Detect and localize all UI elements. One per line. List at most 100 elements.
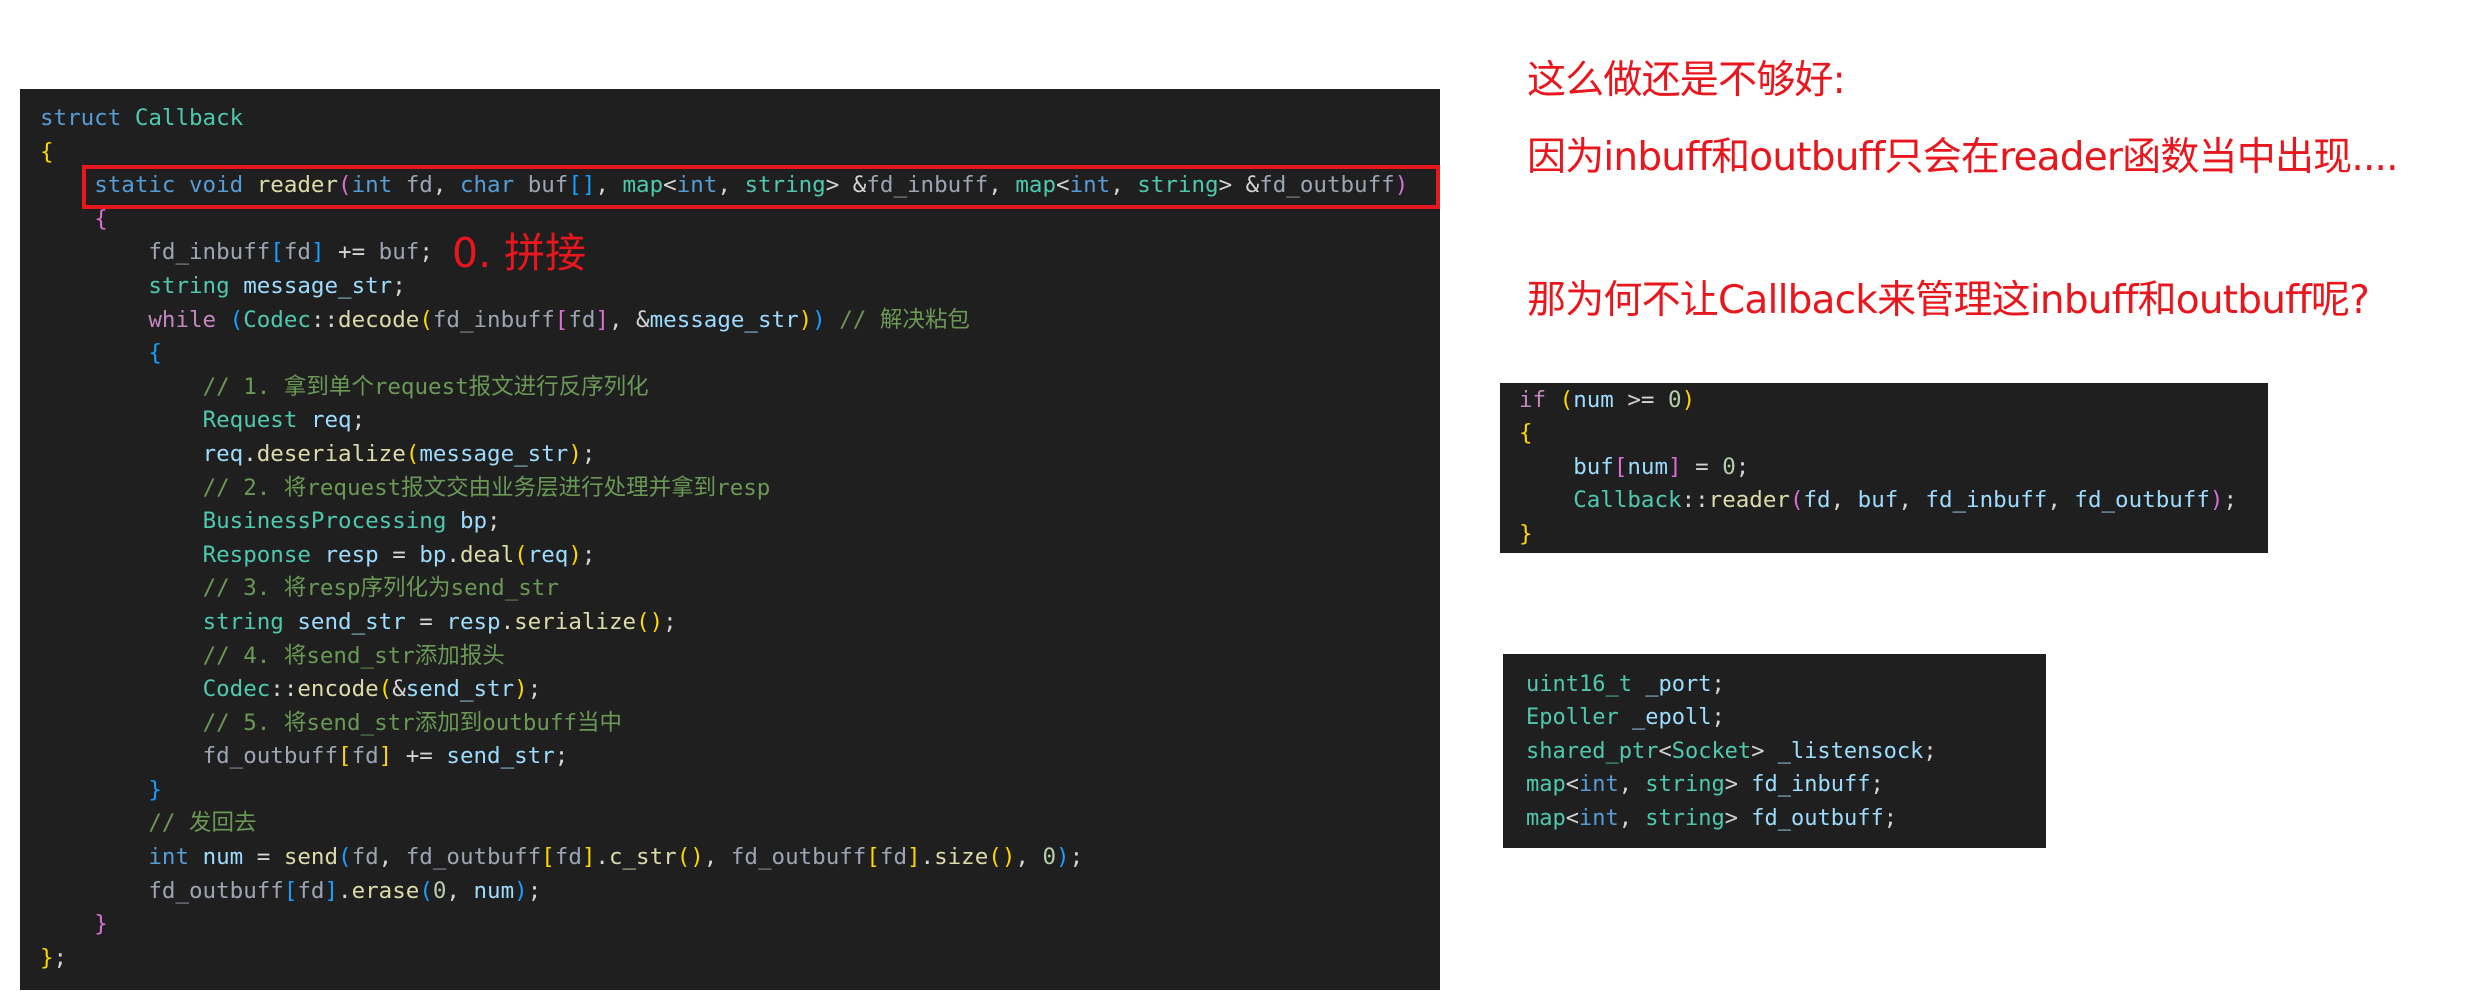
code-token: deal	[459, 541, 515, 568]
code-token: erase	[351, 877, 420, 904]
code-token: ;	[1735, 453, 1750, 480]
code-token: [	[283, 877, 298, 904]
code-token: num	[202, 844, 244, 871]
code-token: {	[40, 138, 54, 165]
code-token: string	[1645, 805, 1725, 831]
code-token: =	[405, 608, 447, 635]
code-line: };	[40, 942, 1440, 976]
code-token: ;	[663, 608, 677, 635]
code-token: num	[1627, 453, 1669, 480]
code-token: ]	[595, 306, 609, 333]
code-token: (	[405, 440, 420, 467]
code-line: // 5. 将send_str添加到outbuff当中	[40, 707, 1440, 741]
code-token: Response	[202, 541, 311, 568]
code-token: (	[514, 541, 528, 568]
code-token: ;	[392, 272, 406, 299]
code-token: // 3. 将resp序列化为send_str	[202, 575, 559, 602]
code-token: +=	[392, 743, 447, 770]
code-token: Callback	[1573, 487, 1682, 514]
code-token: Callback	[134, 105, 244, 131]
code-token: =	[243, 844, 284, 871]
code-line: Response resp = bp.deal(req);	[40, 539, 1440, 573]
code-token: string	[1645, 772, 1725, 798]
code-token: ,	[1898, 487, 1926, 514]
code-token: uint16_t	[1526, 672, 1632, 697]
code-token: )	[514, 877, 528, 904]
code-token: [	[270, 239, 284, 266]
code-token: 0	[1042, 844, 1057, 871]
code-snippet-members: uint16_t _port; Epoller _epoll; shared_ptr…	[1503, 654, 2046, 848]
code-line: while (Codec::decode(fd_inbuff[fd], &mes…	[40, 304, 1440, 338]
code-token: fd	[283, 239, 311, 266]
code-token: Codec	[202, 676, 271, 703]
code-token: message_str	[243, 272, 393, 299]
code-token: (	[419, 306, 433, 333]
code-token: >	[1724, 805, 1752, 831]
code-line: map<int, string> fd_inbuff;	[1526, 768, 2046, 801]
code-line: int num = send(fd, fd_outbuff[fd].c_str(…	[40, 841, 1440, 875]
code-token: fd_inbuff	[1751, 772, 1871, 798]
code-line: fd_outbuff[fd] += send_str;	[40, 740, 1440, 774]
code-token: <	[1565, 805, 1579, 831]
code-token: ,	[1618, 772, 1646, 798]
code-token: ;	[419, 239, 433, 266]
code-token: req	[527, 541, 569, 568]
code-editor-main: struct Callback{ static void reader(int …	[20, 89, 1440, 990]
code-token: buf	[1857, 487, 1899, 514]
code-token: fd	[297, 877, 325, 904]
code-line: BusinessProcessing bp;	[40, 505, 1440, 539]
code-token: <	[1658, 738, 1672, 764]
code-token: Request	[202, 407, 298, 434]
code-block-members: uint16_t _port; Epoller _epoll; shared_ptr…	[1503, 654, 2046, 835]
code-token: fd_outbuff	[405, 844, 542, 871]
code-token: bp	[419, 541, 447, 568]
code-token: fd_outbuff	[730, 844, 867, 871]
code-token: size	[934, 844, 989, 871]
code-token: fd	[568, 306, 596, 333]
code-token: send_str	[405, 676, 515, 703]
code-token: Socket	[1671, 738, 1752, 764]
code-token: (	[1559, 387, 1574, 413]
code-token: ]	[378, 743, 393, 770]
code-line: uint16_t _port;	[1526, 668, 2046, 701]
code-token: ;	[351, 407, 366, 434]
code-token: fd_outbuff	[2074, 487, 2210, 514]
code-token: .	[243, 440, 257, 467]
code-token: =	[1681, 453, 1723, 480]
code-token: ;	[1711, 672, 1725, 697]
code-token: serialize	[514, 608, 637, 635]
code-line: // 1. 拿到单个request报文进行反序列化	[40, 371, 1440, 405]
code-line: {	[40, 337, 1440, 371]
code-token: )	[1056, 844, 1070, 871]
code-token: )	[2209, 487, 2224, 514]
code-line: Callback::reader(fd, buf, fd_inbuff, fd_…	[1519, 484, 2268, 517]
code-token: .	[338, 877, 352, 904]
code-token: shared_ptr	[1526, 738, 1659, 764]
code-token: }	[40, 944, 54, 971]
code-token: >=	[1613, 387, 1669, 413]
code-token: fd_inbuff	[432, 306, 555, 333]
code-token: ;	[53, 944, 68, 971]
code-token: string	[148, 272, 230, 299]
code-token: ;	[1883, 805, 1897, 831]
code-token: fd	[879, 844, 907, 871]
code-token: ;	[527, 877, 542, 904]
code-token: ,	[446, 877, 474, 904]
code-token: req	[310, 407, 352, 434]
code-token: c_str	[608, 844, 677, 871]
code-token: int	[148, 844, 190, 871]
